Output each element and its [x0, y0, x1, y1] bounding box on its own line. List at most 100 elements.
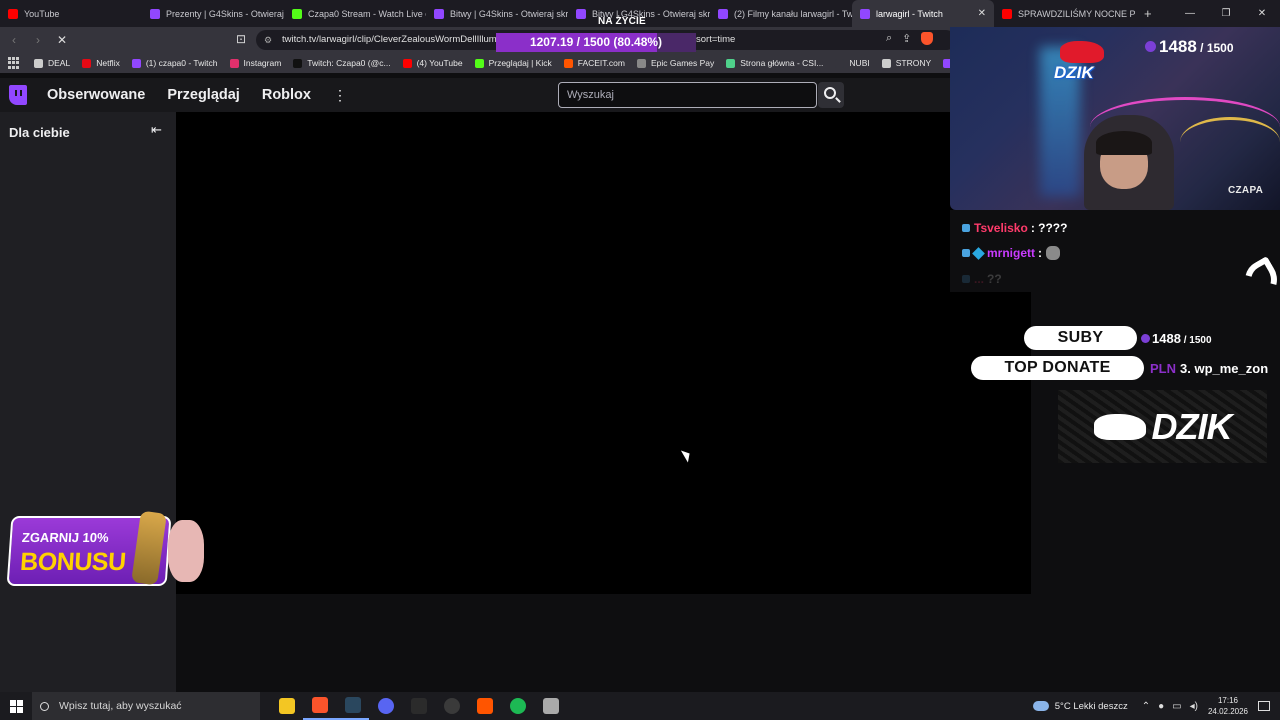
weather-text[interactable]: 5°C Lekki deszcz: [1055, 701, 1128, 712]
bookmark-item[interactable]: STRONY: [881, 58, 931, 68]
bookmark-item[interactable]: Przeglądaj | Kick: [474, 58, 552, 68]
bookmark-item[interactable]: FACEIT.com: [563, 58, 625, 68]
file-explorer-icon: [278, 698, 295, 714]
diamond-badge-icon: [972, 246, 985, 260]
sub-total: / 1500: [1196, 41, 1234, 55]
taskbar-app-button[interactable]: [270, 692, 303, 720]
windows-taskbar: Wpisz tutaj, aby wyszukać 5°C Lekki desz…: [0, 692, 1280, 720]
share-icon[interactable]: ⇪: [902, 32, 911, 45]
sidebar: Dla ciebie ⇤: [0, 112, 176, 692]
start-button[interactable]: [0, 692, 32, 720]
sub-counter: 1488 / 1500: [1145, 37, 1234, 57]
search-input[interactable]: Wyszukaj: [558, 82, 817, 108]
bookmark-item[interactable]: Twitch: Czapa0 (@c...: [293, 58, 391, 68]
epic-icon: [410, 698, 427, 714]
browser-tab[interactable]: SPRAWDZILIŚMY NOCNE PIZZ: [994, 0, 1136, 27]
bookmark-favicon-icon: [82, 58, 92, 68]
tab-favicon-icon: [292, 8, 302, 19]
bookmark-label: (4) YouTube: [416, 58, 463, 68]
tab-label: Czapa0 Stream - Watch Live on: [308, 8, 426, 19]
site-info-icon[interactable]: ⚙: [264, 30, 272, 50]
taskbar-search[interactable]: Wpisz tutaj, aby wyszukać: [32, 692, 260, 720]
chat-message: mrnigett :: [962, 246, 1060, 260]
bookmark-item[interactable]: Strona główna - CSI...: [726, 58, 823, 68]
restore-button[interactable]: ❐: [1208, 0, 1244, 27]
chat-message: ... ??: [962, 272, 1002, 286]
bookmark-favicon-icon: [229, 58, 239, 68]
spotify-icon: [509, 698, 526, 714]
new-tab-button[interactable]: +: [1144, 6, 1152, 21]
brave-shields-icon[interactable]: [921, 32, 934, 45]
bookmark-item[interactable]: NUBI: [835, 58, 870, 68]
badge-icon: [962, 249, 970, 257]
twitch-logo-icon[interactable]: [9, 85, 27, 105]
bookmark-item[interactable]: Instagram: [229, 58, 281, 68]
browser-tab[interactable]: larwagirl - Twitch ✕: [852, 0, 994, 27]
search-button[interactable]: [818, 82, 844, 108]
top-donate-label: TOP DONATE: [971, 356, 1144, 380]
sub-icon: [1145, 41, 1156, 52]
nav-browse[interactable]: Przeglądaj: [167, 87, 240, 103]
bookmark-icon[interactable]: ⊡: [236, 32, 246, 46]
chat-username: mrnigett: [987, 246, 1035, 260]
bookmark-item[interactable]: Netflix: [82, 58, 120, 68]
bonus-small-text: ZGARNIJ 10%: [21, 530, 110, 545]
screen: YouTube Prezenty | G4Skins - Otwieraj s Cz…: [0, 0, 1280, 720]
taskbar-app-button[interactable]: [534, 692, 567, 720]
network-icon[interactable]: ▭: [1172, 701, 1181, 712]
browser-tab[interactable]: Czapa0 Stream - Watch Live on: [284, 0, 426, 27]
taskbar-app-button[interactable]: [369, 692, 402, 720]
bookmark-item[interactable]: Epic Games Pay: [636, 58, 714, 68]
microphone-icon[interactable]: ●: [1158, 701, 1164, 712]
back-button[interactable]: ‹: [4, 33, 24, 47]
bookmark-label: FACEIT.com: [577, 58, 625, 68]
bookmark-item[interactable]: DEAL: [34, 58, 70, 68]
browser-tab[interactable]: (2) Filmy kanału larwagirl - Tw: [710, 0, 852, 27]
minimize-button[interactable]: —: [1172, 0, 1208, 27]
bookmark-item[interactable]: (1) czapa0 - Twitch: [131, 58, 218, 68]
steam-icon: [344, 697, 361, 713]
sub-icon: [1141, 334, 1150, 343]
chat-message: Tsvelisko : ????: [962, 221, 1067, 235]
apps-grid-icon[interactable]: [8, 57, 20, 69]
dzik-banner-text: DZIK: [1151, 405, 1233, 447]
bookmark-favicon-icon: [402, 58, 412, 68]
zoom-icon[interactable]: ⌕: [886, 32, 892, 45]
faceit-icon: [476, 698, 493, 714]
dzik-logo: DZIK: [1054, 41, 1114, 85]
currency-text: PLN: [1150, 361, 1176, 376]
browser-tab[interactable]: YouTube: [0, 0, 142, 27]
taskbar-app-button[interactable]: [435, 692, 468, 720]
boar-icon: [1093, 413, 1146, 440]
browser-tab[interactable]: Bitwy | G4Skins - Otwieraj skrz: [426, 0, 568, 27]
close-tab-icon[interactable]: ✕: [978, 8, 986, 19]
taskbar-app-button[interactable]: [336, 692, 369, 720]
chevron-up-icon[interactable]: ⌃: [1142, 701, 1150, 712]
taskbar-app-button[interactable]: [402, 692, 435, 720]
dzik-banner: DZIK: [1058, 390, 1267, 463]
taskbar-app-button[interactable]: [501, 692, 534, 720]
bookmark-item[interactable]: (4) YouTube: [402, 58, 463, 68]
twitch-top-nav: Obserwowane Przeglądaj Roblox ⋮ Wyszukaj: [0, 78, 950, 112]
stop-loading-button[interactable]: ✕: [52, 33, 72, 47]
taskbar-app-button[interactable]: [468, 692, 501, 720]
taskbar-app-button[interactable]: [303, 692, 336, 720]
volume-icon[interactable]: ◂): [1190, 701, 1198, 712]
tab-label: larwagirl - Twitch: [876, 8, 943, 19]
browser-tab[interactable]: Prezenty | G4Skins - Otwieraj s: [142, 0, 284, 27]
close-window-button[interactable]: ✕: [1244, 0, 1280, 27]
bookmark-favicon-icon: [293, 58, 303, 68]
collapse-sidebar-icon[interactable]: ⇤: [151, 122, 162, 138]
tab-label: Prezenty | G4Skins - Otwieraj s: [166, 8, 284, 19]
nav-following[interactable]: Obserwowane: [47, 87, 145, 103]
video-player[interactable]: [176, 112, 1031, 594]
tab-label: YouTube: [24, 8, 60, 19]
more-menu-icon[interactable]: ⋮: [333, 87, 347, 104]
nav-roblox[interactable]: Roblox: [262, 87, 311, 103]
brave-icon: [311, 697, 328, 713]
badge-icon: [962, 224, 970, 232]
clock[interactable]: 17:16 24.02.2026: [1208, 695, 1248, 717]
forward-button[interactable]: ›: [28, 33, 48, 47]
bookmark-favicon-icon: [881, 58, 891, 68]
notifications-icon[interactable]: [1258, 701, 1270, 711]
